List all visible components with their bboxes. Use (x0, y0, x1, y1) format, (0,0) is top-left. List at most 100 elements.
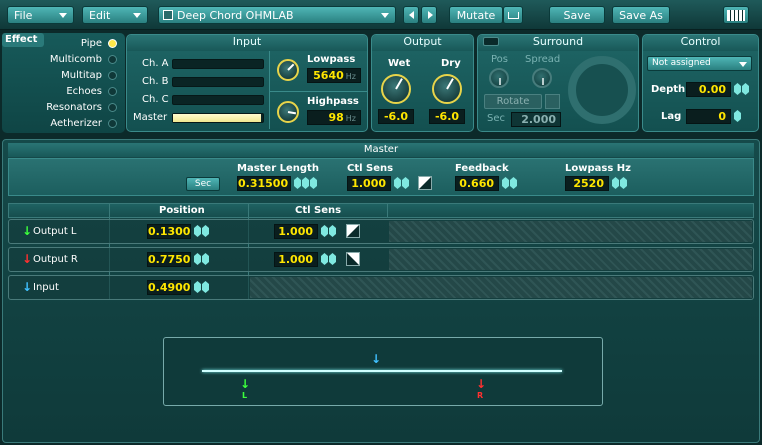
effect-radio-multitap[interactable] (108, 71, 117, 80)
dry-value[interactable]: -6.0 (429, 109, 465, 124)
master-meter[interactable] (172, 113, 264, 123)
prev-preset-button[interactable] (403, 6, 419, 24)
curve-down-icon[interactable] (346, 252, 360, 266)
effect-item-echoes[interactable]: Echoes (66, 86, 102, 97)
wet-value[interactable]: -6.0 (378, 109, 414, 124)
master-title: Master (8, 143, 754, 157)
right-marker-label: R (477, 391, 484, 400)
file-menu-button[interactable]: File (7, 6, 74, 24)
input-position[interactable]: 0.4900 (147, 280, 191, 295)
preset-selector[interactable]: Deep Chord OHMLAB (158, 6, 396, 24)
highpass-label: Highpass (307, 96, 359, 107)
effect-item-multicomb[interactable]: Multicomb (50, 54, 102, 65)
highpass-value[interactable]: 98 Hz (307, 110, 361, 125)
row-empty-area (250, 277, 752, 298)
ch-b-meter[interactable] (172, 77, 264, 87)
wet-label: Wet (388, 58, 411, 69)
save-button[interactable]: Save (549, 6, 605, 24)
master-lowpass-label: Lowpass Hz (565, 163, 631, 174)
effect-radio-pipe[interactable] (108, 39, 117, 48)
control-assign-dropdown[interactable]: Not assigned (647, 56, 752, 71)
output-r-position[interactable]: 0.7750 (147, 252, 191, 267)
rotate-button[interactable]: Rotate (484, 94, 542, 109)
output-l-label: Output L (33, 226, 77, 237)
control-title: Control (643, 35, 758, 51)
ch-c-label: Ch. C (142, 94, 169, 105)
lowpass-number: 5640 (313, 69, 344, 82)
keyboard-button[interactable] (723, 6, 749, 24)
keyboard-icon (727, 10, 745, 21)
input-row-label: Input (33, 282, 59, 293)
master-length-label: Master Length (237, 163, 319, 174)
highpass-number: 98 (328, 111, 344, 124)
input-arrow-icon: ↓ (22, 280, 33, 294)
output-l-arrow-icon: ↓ (22, 224, 33, 238)
preset-name: Deep Chord OHMLAB (177, 9, 294, 22)
right-output-marker-icon[interactable]: ↓ (476, 377, 486, 391)
mutate-options-button[interactable] (503, 6, 523, 24)
master-ctl-sens-value[interactable]: 1.000 (347, 176, 391, 191)
edit-label: Edit (89, 8, 111, 22)
col-position: Position (159, 205, 205, 216)
mutate-button[interactable]: Mutate (449, 6, 503, 24)
file-label: File (14, 8, 33, 22)
lowpass-value[interactable]: 5640 Hz (307, 68, 361, 83)
feedback-value[interactable]: 0.660 (455, 176, 499, 191)
input-divider (269, 51, 270, 129)
effect-item-aetherizer[interactable]: Aetherizer (50, 118, 102, 129)
control-assign-label: Not assigned (652, 58, 711, 68)
master-length-value[interactable]: 0.31500 (237, 176, 291, 191)
effect-radio-echoes[interactable] (108, 87, 117, 96)
depth-value[interactable]: 0.00 (686, 82, 731, 97)
master-lowpass-value[interactable]: 2520 (565, 176, 609, 191)
row-empty-area (389, 249, 752, 270)
chevron-right-icon (428, 11, 433, 19)
effect-radio-aetherizer[interactable] (108, 119, 117, 128)
table-header (8, 203, 754, 218)
curve-up-icon[interactable] (346, 224, 360, 238)
preset-icon (163, 10, 173, 20)
surround-pan-dial[interactable] (568, 56, 636, 124)
lowpass-unit: Hz (345, 72, 356, 81)
chevron-down-icon (381, 13, 389, 18)
wet-knob[interactable] (381, 74, 411, 104)
effect-tab: Effect (2, 33, 44, 47)
output-l-ctl-sens[interactable]: 1.000 (274, 224, 318, 239)
left-output-marker-icon[interactable]: ↓ (240, 377, 250, 391)
dry-knob[interactable] (432, 74, 462, 104)
ctl-curve-up-icon[interactable] (418, 176, 432, 190)
output-r-label: Output R (33, 254, 78, 265)
lowpass-label: Lowpass (307, 54, 356, 65)
effect-radio-multicomb[interactable] (108, 55, 117, 64)
spread-knob[interactable] (532, 68, 552, 88)
ch-a-meter[interactable] (172, 59, 264, 69)
edit-menu-button[interactable]: Edit (82, 6, 148, 24)
output-r-ctl-sens[interactable]: 1.000 (274, 252, 318, 267)
master-label: Master (133, 112, 168, 123)
pos-knob[interactable] (489, 68, 509, 88)
lag-value[interactable]: 0 (686, 109, 731, 124)
effect-item-multitap[interactable]: Multitap (61, 70, 102, 81)
next-preset-button[interactable] (421, 6, 437, 24)
left-marker-label: L (242, 391, 248, 400)
surround-title: Surround (478, 35, 638, 51)
save-label: Save (563, 8, 591, 22)
effect-item-resonators[interactable]: Resonators (46, 102, 102, 113)
chevron-left-icon (409, 11, 414, 19)
highpass-knob[interactable] (277, 101, 299, 123)
input-title: Input (127, 35, 367, 51)
rotate-curve-icon[interactable] (545, 94, 560, 109)
filter-divider (269, 91, 367, 92)
surround-toggle[interactable] (483, 37, 499, 46)
ch-c-meter[interactable] (172, 95, 264, 105)
effect-radio-resonators[interactable] (108, 103, 117, 112)
effect-item-pipe[interactable]: Pipe (81, 38, 102, 49)
output-title: Output (372, 35, 473, 51)
lowpass-knob[interactable] (277, 59, 299, 81)
save-as-button[interactable]: Save As (612, 6, 670, 24)
input-marker-icon[interactable]: ↓ (371, 352, 381, 366)
output-l-position[interactable]: 0.1300 (147, 224, 191, 239)
surround-sec-value[interactable]: 2.000 (511, 112, 561, 127)
master-sec-button[interactable]: Sec (186, 177, 220, 191)
lag-label: Lag (661, 111, 682, 122)
